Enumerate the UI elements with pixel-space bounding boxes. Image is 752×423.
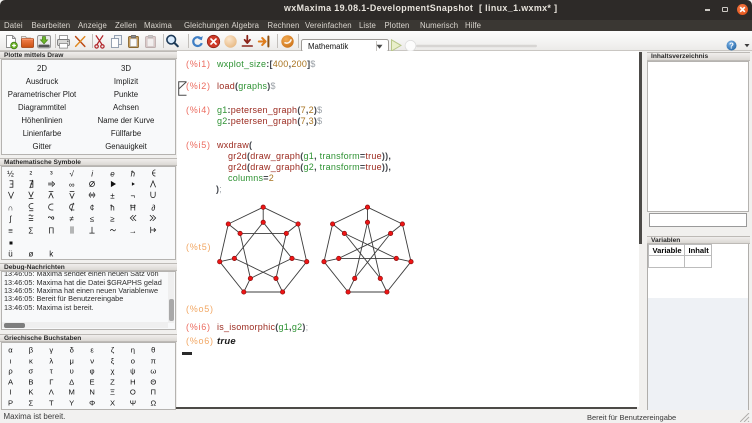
svg-text:?: ? [729, 41, 734, 50]
